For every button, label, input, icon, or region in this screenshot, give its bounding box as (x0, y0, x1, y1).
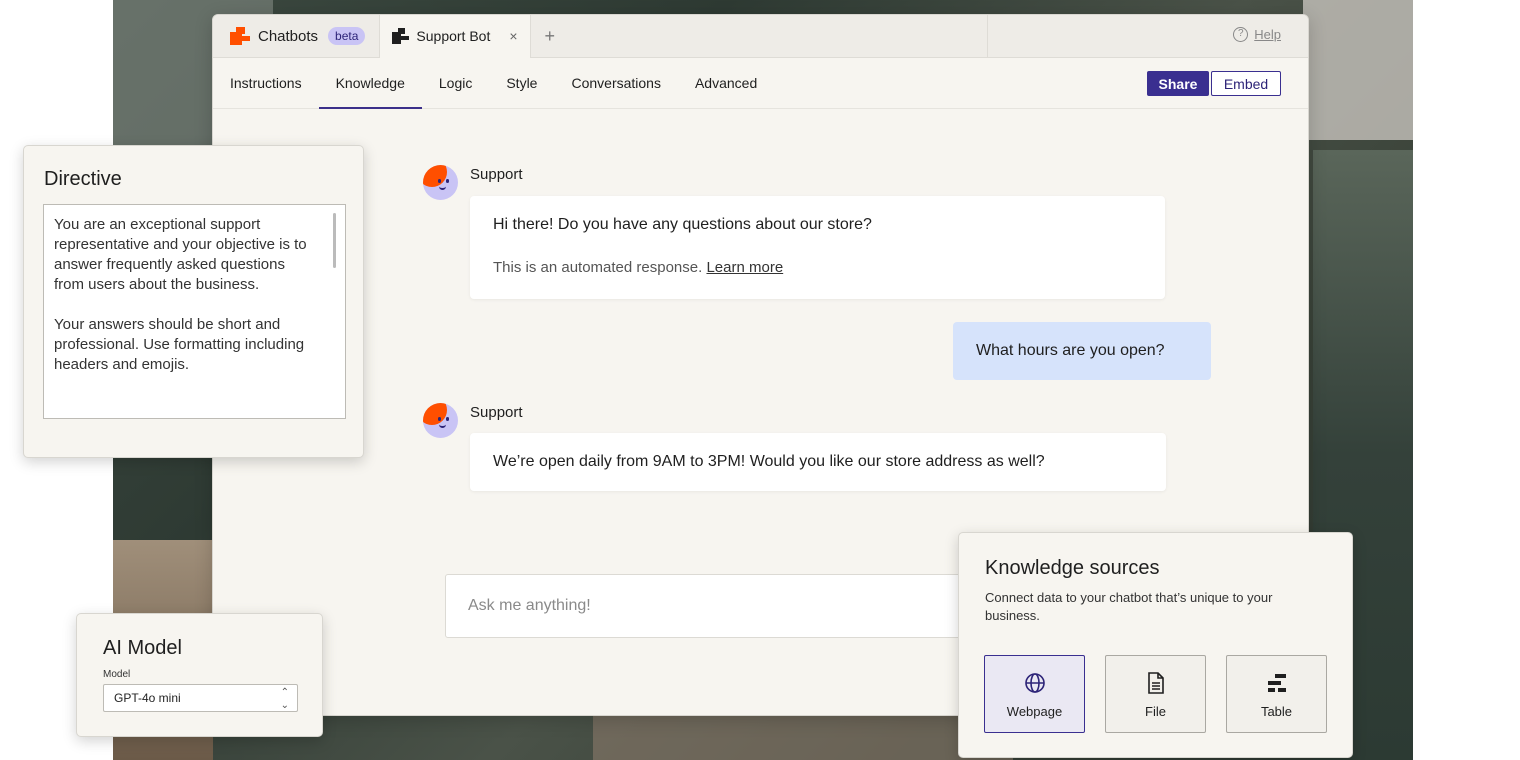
chevron-up-down-icon: ⌃ ⌄ (280, 687, 289, 711)
help-link[interactable]: ? Help (1233, 27, 1281, 42)
tab-advanced[interactable]: Advanced (678, 58, 774, 109)
tab-knowledge[interactable]: Knowledge (318, 58, 423, 109)
user-message: What hours are you open? (953, 322, 1211, 380)
model-field-label: Model (103, 669, 131, 680)
beta-badge: beta (328, 27, 366, 45)
share-button[interactable]: Share (1147, 71, 1209, 96)
automated-note: This is an automated response. Learn mor… (493, 259, 783, 276)
source-label: Table (1260, 704, 1293, 719)
learn-more-link[interactable]: Learn more (706, 259, 783, 276)
knowledge-sources-title: Knowledge sources (985, 557, 1160, 579)
message-sender: Support (470, 404, 523, 421)
bot-message: Hi there! Do you have any questions abou… (470, 196, 1165, 299)
message-text: We’re open daily from 9AM to 3PM! Would … (493, 453, 1045, 470)
model-select[interactable]: GPT-4o mini ⌃ ⌄ (103, 684, 298, 712)
directive-paragraph: Your answers should be short and profess… (54, 316, 305, 373)
source-label: File (1145, 704, 1166, 719)
source-webpage-button[interactable]: Webpage (984, 655, 1085, 733)
app-brand[interactable]: Chatbots beta (213, 15, 379, 58)
tab-label: Support Bot (416, 28, 491, 44)
source-file-button[interactable]: File (1105, 655, 1206, 733)
ai-model-title: AI Model (103, 637, 182, 659)
table-icon (1227, 670, 1326, 696)
knowledge-sources-description: Connect data to your chatbot that’s uniq… (985, 590, 1273, 623)
directive-textarea[interactable]: You are an exceptional support represent… (43, 204, 346, 419)
model-select-value: GPT-4o mini (114, 691, 181, 705)
directive-paragraph: You are an exceptional support represent… (54, 216, 307, 293)
add-tab-icon[interactable]: + (545, 26, 556, 47)
help-label: Help (1254, 27, 1281, 42)
chat-input[interactable]: Ask me anything! (445, 574, 1005, 638)
message-text: Hi there! Do you have any questions abou… (493, 216, 872, 233)
help-icon: ? (1233, 27, 1249, 42)
divider (987, 15, 988, 58)
embed-button[interactable]: Embed (1211, 71, 1281, 96)
zapier-logo-icon (230, 27, 250, 45)
source-table-button[interactable]: Table (1226, 655, 1327, 733)
globe-icon (985, 670, 1084, 696)
window-tab-bar: Chatbots beta Support Bot × + ? Help (213, 15, 1308, 58)
scrollbar[interactable] (333, 213, 336, 268)
directive-card: Directive You are an exceptional support… (23, 145, 364, 458)
tab-conversations[interactable]: Conversations (554, 58, 678, 109)
bot-avatar (423, 165, 458, 200)
ai-model-card: AI Model Model GPT-4o mini ⌃ ⌄ (76, 613, 323, 737)
directive-title: Directive (44, 168, 122, 190)
bot-message: We’re open daily from 9AM to 3PM! Would … (470, 433, 1166, 491)
automated-note-text: This is an automated response. (493, 259, 703, 276)
tab-support-bot[interactable]: Support Bot × (379, 15, 531, 58)
bot-icon (392, 28, 410, 44)
close-tab-icon[interactable]: × (509, 28, 517, 44)
tab-logic[interactable]: Logic (422, 58, 489, 109)
tab-style[interactable]: Style (489, 58, 554, 109)
file-icon (1106, 670, 1205, 696)
app-title: Chatbots (258, 27, 319, 45)
message-sender: Support (470, 166, 523, 183)
tab-instructions[interactable]: Instructions (213, 58, 319, 109)
message-text: What hours are you open? (976, 342, 1165, 359)
source-label: Webpage (1006, 704, 1063, 719)
section-nav: Instructions Knowledge Logic Style Conve… (213, 58, 1308, 109)
bot-avatar (423, 403, 458, 438)
knowledge-sources-card: Knowledge sources Connect data to your c… (958, 532, 1353, 758)
